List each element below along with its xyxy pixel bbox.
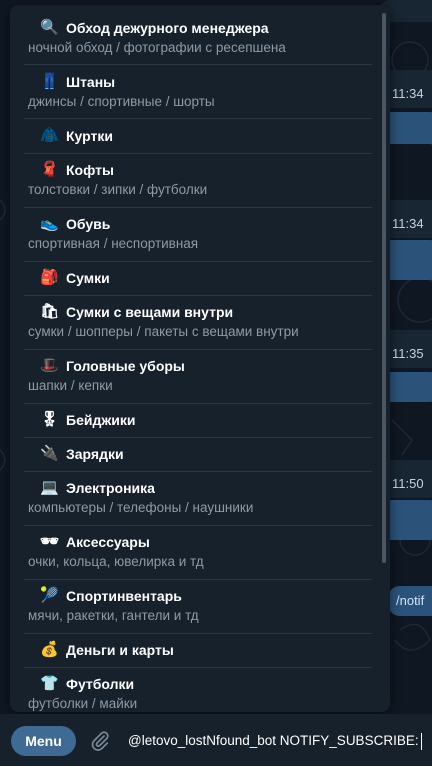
item-title: 🕶 Аксессуары xyxy=(40,532,150,552)
list-item[interactable]: 🔌 Зарядки xyxy=(24,444,376,466)
list-item[interactable]: 🎩 Головные уборы шапки / кепки xyxy=(24,356,376,396)
divider xyxy=(24,261,372,262)
list-item[interactable]: 💻 Электроника компьютеры / телефоны / нау… xyxy=(24,478,376,518)
list-item[interactable]: 🎒 Сумки xyxy=(24,268,376,290)
item-title: 💰 Деньги и карты xyxy=(40,640,174,660)
item-title: 🛍 Сумки с вещами внутри xyxy=(40,302,233,322)
item-title: 🔌 Зарядки xyxy=(40,444,124,464)
item-title: 🎖 Бейджики xyxy=(40,410,136,430)
item-title-text: Футболки xyxy=(66,676,135,692)
list-item[interactable]: 🧣 Кофты толстовки / зипки / футболки xyxy=(24,160,376,200)
divider xyxy=(24,403,372,404)
message-composer: Menu @letovo_lostNfound_bot NOTIFY_SUBSC… xyxy=(0,714,432,766)
divider xyxy=(24,349,372,350)
item-title: 🎒 Сумки xyxy=(40,268,110,288)
item-title: 👟 Обувь xyxy=(40,214,110,234)
list-item[interactable]: 🎾 Спортинвентарь мячи, ракетки, гантели и… xyxy=(24,586,376,626)
item-title-text: Аксессуары xyxy=(66,534,150,550)
list-item[interactable]: 🎖 Бейджики xyxy=(24,410,376,432)
item-title-text: Обувь xyxy=(66,216,111,232)
item-subtitle: мячи, ракетки, гантели и тд xyxy=(28,608,199,623)
item-title-text: Спортинвентарь xyxy=(66,588,182,604)
item-title-text: Зарядки xyxy=(66,446,124,462)
backpack-icon: 🎒 xyxy=(40,269,59,286)
item-title: 👖 Штаны xyxy=(40,72,115,92)
laptop-icon: 💻 xyxy=(40,479,59,496)
command-message-fragment: /notif xyxy=(388,586,432,616)
list-item[interactable]: 👖 Штаны джинсы / спортивные / шорты xyxy=(24,72,376,112)
item-title-text: Кофты xyxy=(66,162,114,178)
medal-icon: 🎖 xyxy=(40,411,60,428)
item-title-text: Головные уборы xyxy=(66,358,185,374)
item-title-text: Деньги и карты xyxy=(66,642,174,658)
coat-icon: 🧥 xyxy=(40,127,59,144)
divider xyxy=(24,471,372,472)
item-title: 👕 Футболки xyxy=(40,674,134,694)
divider xyxy=(24,118,372,119)
item-title-text: Обход дежурного менеджера xyxy=(66,20,269,36)
paperclip-icon[interactable] xyxy=(89,730,111,752)
list-item[interactable]: 💰 Деньги и карты xyxy=(24,640,376,662)
item-subtitle: компьютеры / телефоны / наушники xyxy=(28,500,254,515)
text-caret xyxy=(420,732,422,750)
list-item[interactable]: 🔍 Обход дежурного менеджера ночной обход … xyxy=(24,18,376,58)
tennis-ball-icon: 🎾 xyxy=(40,587,59,604)
divider xyxy=(24,437,372,438)
message-input-text: @letovo_lostNfound_bot NOTIFY_SUBSCRIBE: xyxy=(128,733,419,748)
item-title: 💻 Электроника xyxy=(40,478,155,498)
message-time: 11:35 xyxy=(392,346,424,361)
divider xyxy=(24,295,372,296)
item-title-text: Сумки с вещами внутри xyxy=(66,304,234,320)
list-item[interactable]: 🕶 Аксессуары очки, кольца, ювелирка и тд xyxy=(24,532,376,572)
plug-icon: 🔌 xyxy=(40,445,59,462)
item-title: 🧥 Куртки xyxy=(40,126,113,146)
sneaker-icon: 👟 xyxy=(40,215,59,232)
bot-menu-button[interactable]: Menu xyxy=(11,726,76,756)
item-title-text: Куртки xyxy=(66,128,113,144)
item-subtitle: ночной обход / фотографии с ресепшена xyxy=(28,40,286,55)
message-input[interactable]: @letovo_lostNfound_bot NOTIFY_SUBSCRIBE: xyxy=(128,728,428,754)
item-subtitle: футболки / майки xyxy=(28,696,138,711)
item-title: 🎩 Головные уборы xyxy=(40,356,185,376)
sunglasses-icon: 🕶 xyxy=(40,533,60,550)
top-hat-icon: 🎩 xyxy=(40,357,59,374)
divider xyxy=(24,525,372,526)
item-subtitle: сумки / шопперы / пакеты с вещами внутри xyxy=(28,324,299,339)
message-time: 11:34 xyxy=(392,86,424,101)
item-title: 🧣 Кофты xyxy=(40,160,114,180)
bot-command-popup: 🔍 Обход дежурного менеджера ночной обход … xyxy=(10,5,390,712)
item-title-text: Бейджики xyxy=(66,412,136,428)
divider xyxy=(24,64,372,65)
message-time: 11:50 xyxy=(392,476,424,491)
shopping-bags-icon: 🛍 xyxy=(40,303,60,320)
item-title: 🔍 Обход дежурного менеджера xyxy=(40,18,269,38)
list-item[interactable]: 🛍 Сумки с вещами внутри сумки / шопперы /… xyxy=(24,302,376,342)
item-subtitle: очки, кольца, ювелирка и тд xyxy=(28,554,204,569)
divider xyxy=(24,579,372,580)
divider xyxy=(24,633,372,634)
message-time: 11:34 xyxy=(392,216,424,231)
magnifier-icon: 🔍 xyxy=(40,19,59,36)
item-title-text: Сумки xyxy=(66,270,110,286)
scarf-icon: 🧣 xyxy=(40,161,59,178)
item-title: 🎾 Спортинвентарь xyxy=(40,586,182,606)
item-title-text: Штаны xyxy=(66,74,116,90)
divider xyxy=(24,667,372,668)
list-item[interactable]: 👟 Обувь спортивная / неспортивная xyxy=(24,214,376,254)
tshirt-icon: 👕 xyxy=(40,675,59,692)
divider xyxy=(24,153,372,154)
item-subtitle: спортивная / неспортивная xyxy=(28,236,199,251)
popup-scrollbar[interactable] xyxy=(382,13,386,563)
list-item[interactable]: 👕 Футболки футболки / майки xyxy=(24,674,376,712)
money-bag-icon: 💰 xyxy=(40,641,59,658)
item-subtitle: джинсы / спортивные / шорты xyxy=(28,94,215,109)
item-subtitle: толстовки / зипки / футболки xyxy=(28,182,208,197)
item-title-text: Электроника xyxy=(66,480,155,496)
divider xyxy=(24,207,372,208)
list-item[interactable]: 🧥 Куртки xyxy=(24,126,376,148)
jeans-icon: 👖 xyxy=(40,73,59,90)
item-subtitle: шапки / кепки xyxy=(28,378,113,393)
